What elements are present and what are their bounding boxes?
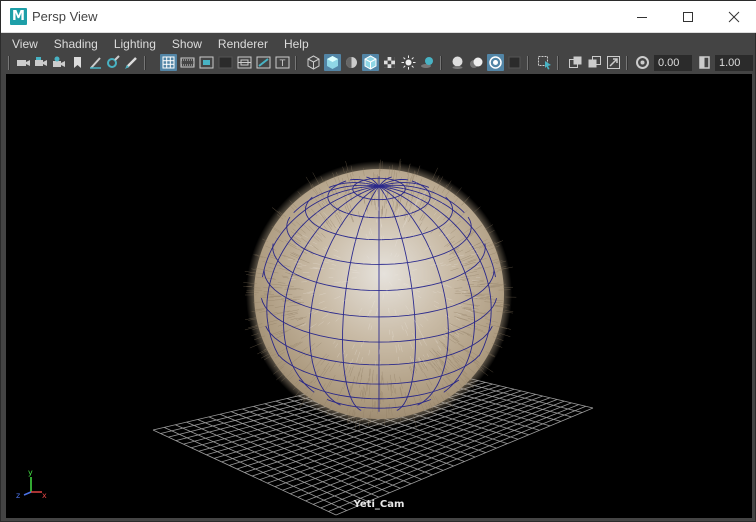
motion-blur-button[interactable] xyxy=(468,54,485,71)
minimize-button[interactable] xyxy=(619,1,665,32)
textured-icon xyxy=(384,57,395,68)
smooth-shade-button[interactable] xyxy=(324,54,341,71)
xray-joints-button[interactable] xyxy=(586,54,603,71)
panel-toolbar: T xyxy=(5,53,755,73)
safe-action-button[interactable] xyxy=(255,54,272,71)
field-chart-icon xyxy=(237,56,252,69)
isolate-select-icon xyxy=(538,56,551,70)
screen-space-ao-icon xyxy=(452,56,463,69)
default-material-button[interactable] xyxy=(343,54,360,71)
wireframe-button[interactable] xyxy=(305,54,322,71)
shadows-icon xyxy=(421,57,433,68)
view-axis-gizmo: y x z xyxy=(15,468,55,502)
gate-mask-icon xyxy=(218,56,233,69)
toolbar-separator xyxy=(527,56,529,70)
toolbar-separator xyxy=(440,56,442,70)
2d-pan-zoom-icon xyxy=(90,57,101,69)
camera-select-button[interactable] xyxy=(15,54,32,71)
2d-pan-zoom-alt-button[interactable] xyxy=(105,54,122,71)
resolution-gate-button[interactable] xyxy=(198,54,215,71)
grease-pencil-button[interactable] xyxy=(123,54,140,71)
xray-components-button[interactable] xyxy=(605,54,622,71)
gamma-field[interactable] xyxy=(715,55,753,71)
safe-action-icon xyxy=(256,56,271,69)
image-plane-icon xyxy=(74,57,81,68)
xray-icon xyxy=(569,56,582,68)
menu-help[interactable]: Help xyxy=(276,34,317,54)
toolbar-separator xyxy=(144,56,146,70)
film-gate-icon xyxy=(180,57,195,68)
toolbar-separator xyxy=(626,56,628,70)
menu-view[interactable]: View xyxy=(5,34,46,54)
axis-y-label: y xyxy=(28,468,33,477)
gate-mask-button[interactable] xyxy=(217,54,234,71)
maya-logo-icon: M xyxy=(10,8,27,25)
wireframe-on-shaded-icon xyxy=(364,55,377,70)
depth-of-field-icon xyxy=(508,56,521,69)
persp-view-window: M Persp View View Shading Lighting Show … xyxy=(0,0,756,522)
safe-title-button[interactable]: T xyxy=(274,54,291,71)
safe-title-icon: T xyxy=(275,56,290,69)
menu-lighting[interactable]: Lighting xyxy=(106,34,164,54)
image-plane-button[interactable] xyxy=(69,54,86,71)
smooth-shade-icon xyxy=(327,56,338,69)
toolbar-separator xyxy=(557,56,559,70)
gamma-icon xyxy=(699,56,710,69)
xray-joints-icon xyxy=(588,56,601,68)
use-all-lights-button[interactable] xyxy=(400,54,417,71)
maximize-button[interactable] xyxy=(665,1,711,32)
axis-gizmo-lines xyxy=(23,477,42,496)
maximize-icon xyxy=(683,11,693,22)
film-gate-button[interactable] xyxy=(179,54,196,71)
2d-pan-zoom-button[interactable] xyxy=(87,54,104,71)
gamma-button[interactable] xyxy=(696,54,713,71)
isolate-select-button[interactable] xyxy=(536,54,553,71)
3d-viewport[interactable]: y x z Yeti_Cam xyxy=(6,74,752,518)
xray-components-icon xyxy=(607,56,620,69)
wireframe-icon xyxy=(307,55,320,70)
multisample-aa-button[interactable] xyxy=(487,54,504,71)
svg-text:T: T xyxy=(279,59,286,69)
minimize-icon xyxy=(637,16,647,18)
use-all-lights-icon xyxy=(401,55,416,70)
exposure-field[interactable] xyxy=(654,55,692,71)
exposure-icon xyxy=(636,56,649,69)
camera-attributes-button[interactable] xyxy=(33,54,50,71)
shadows-button[interactable] xyxy=(419,54,436,71)
grid-icon xyxy=(162,56,175,69)
magnet-icon xyxy=(107,55,120,68)
menu-show[interactable]: Show xyxy=(164,34,210,54)
default-material-icon xyxy=(346,57,357,68)
field-chart-button[interactable] xyxy=(236,54,253,71)
screen-space-ao-button[interactable] xyxy=(449,54,466,71)
grid-toggle-button[interactable] xyxy=(160,54,177,71)
depth-of-field-button[interactable] xyxy=(506,54,523,71)
toolbar-separator xyxy=(295,56,297,70)
wireframe-on-shaded-button[interactable] xyxy=(362,54,379,71)
motion-blur-icon xyxy=(470,57,483,68)
title-bar[interactable]: M Persp View xyxy=(1,1,756,33)
scene-canvas xyxy=(152,158,594,516)
menu-renderer[interactable]: Renderer xyxy=(210,34,276,54)
toolbar-separator xyxy=(8,56,10,70)
bookmarks-icon xyxy=(53,56,65,67)
close-icon xyxy=(728,11,740,22)
textured-button[interactable] xyxy=(381,54,398,71)
camera-attributes-icon xyxy=(35,57,47,66)
panel-menu-bar: View Shading Lighting Show Renderer Help xyxy=(5,34,755,54)
close-button[interactable] xyxy=(711,1,756,32)
window-title: Persp View xyxy=(32,9,98,24)
exposure-button[interactable] xyxy=(634,54,651,71)
resolution-gate-icon xyxy=(199,56,214,69)
bookmarks-button[interactable] xyxy=(51,54,68,71)
grease-pencil-icon xyxy=(125,57,137,69)
camera-name-label: Yeti_Cam xyxy=(353,499,405,510)
xray-button[interactable] xyxy=(567,54,584,71)
fur-sphere xyxy=(243,158,517,430)
camera-select-icon xyxy=(17,60,30,66)
multisample-aa-icon xyxy=(489,56,502,69)
menu-shading[interactable]: Shading xyxy=(46,34,106,54)
